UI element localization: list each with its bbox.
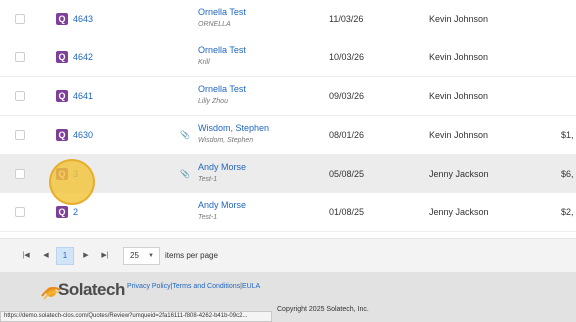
table-row[interactable]: Q 4643 Ornella Test ORNELLA 11/03/26 Kevin Jo… [0,0,576,39]
paperclip-icon: 📎 [180,169,190,179]
sales-rep: Jenny Jackson [429,207,489,217]
status-bar-url: https://demo.solatech-clos.com/Quotes/Re… [0,311,272,322]
click-highlight [49,159,95,205]
chevron-down-icon: ▼ [148,253,154,259]
contact-name: Lilly Zhou [198,98,228,105]
row-checkbox[interactable] [15,169,25,179]
quote-icon: Q [56,129,68,141]
row-checkbox[interactable] [15,91,25,101]
quote-number-link[interactable]: 4642 [73,52,93,62]
terms-link[interactable]: Terms and Conditions [172,283,240,290]
customer-link[interactable]: Wisdom, Stephen [198,123,269,134]
copyright-text: Copyright 2025 Solatech, Inc. [277,306,369,313]
quote-date: 10/03/26 [329,52,365,62]
footer-links: Privacy Policy|Terms and Conditions|EULA [127,283,260,290]
paperclip-icon: 📎 [180,130,190,140]
quote-number-link[interactable]: 4643 [73,14,93,24]
contact-name: Test-1 [198,214,218,221]
next-page-icon[interactable]: ▶ [78,248,94,264]
last-page-icon[interactable]: ▶| [97,248,113,264]
customer-link[interactable]: Ornella Test [198,7,246,18]
row-checkbox[interactable] [15,14,25,24]
quote-icon: Q [56,206,68,218]
footer: Solatech Privacy Policy|Terms and Condit… [0,272,576,322]
eula-link[interactable]: EULA [242,283,260,290]
quote-icon: Q [56,51,68,63]
quote-number-link[interactable]: 2 [73,207,78,217]
customer-link[interactable]: Andy Morse [198,200,246,211]
table-row[interactable]: Q 4641 Ornella Test Lilly Zhou 09/03/26 Kevin… [0,77,576,116]
first-page-icon[interactable]: |◀ [18,248,34,264]
contact-name: Krill [198,59,210,66]
sales-rep: Kevin Johnson [429,130,489,140]
sales-rep: Kevin Johnson [429,91,489,101]
sales-rep: Kevin Johnson [429,14,489,24]
quotes-table: Q 4643 Ornella Test ORNELLA 11/03/26 Kevin Jo… [0,0,576,238]
row-checkbox[interactable] [15,130,25,140]
quote-icon: Q [56,90,68,102]
row-checkbox[interactable] [15,52,25,62]
quote-number-link[interactable]: 4630 [73,130,93,140]
prev-page-icon[interactable]: ◀ [38,248,54,264]
page-size-value: 25 [130,251,139,260]
items-per-page-label: items per page [165,251,218,260]
contact-name: Wisdom, Stephen [198,137,254,144]
quote-amount: $6, [561,169,574,179]
page-size-select[interactable]: 25 ▼ [123,247,160,265]
page-1-button[interactable]: 1 [56,247,74,265]
table-row[interactable]: Q 4630 📎 Wisdom, Stephen Wisdom, Stephen 08/0… [0,116,576,155]
contact-name: Test-1 [198,176,218,183]
privacy-policy-link[interactable]: Privacy Policy [127,283,171,290]
customer-link[interactable]: Ornella Test [198,84,246,95]
customer-link[interactable]: Ornella Test [198,45,246,56]
quote-amount: $1, [561,130,574,140]
customer-link[interactable]: Andy Morse [198,162,246,173]
quote-amount: $2, [561,207,574,217]
table-row[interactable]: Q 4642 Ornella Test Krill 10/03/26 Kevin John… [0,38,576,77]
sales-rep: Kevin Johnson [429,52,489,62]
quote-date: 01/08/25 [329,207,365,217]
quote-date: 09/03/26 [329,91,365,101]
quote-date: 05/08/25 [329,169,365,179]
quote-icon: Q [56,13,68,25]
sales-rep: Jenny Jackson [429,169,489,179]
quote-date: 08/01/26 [329,130,365,140]
contact-name: ORNELLA [198,21,231,28]
pagination-bar: |◀ ◀ 1 ▶ ▶| 25 ▼ items per page [0,238,576,272]
row-checkbox[interactable] [15,207,25,217]
quote-date: 11/03/26 [329,14,364,24]
quote-number-link[interactable]: 4641 [73,91,93,101]
